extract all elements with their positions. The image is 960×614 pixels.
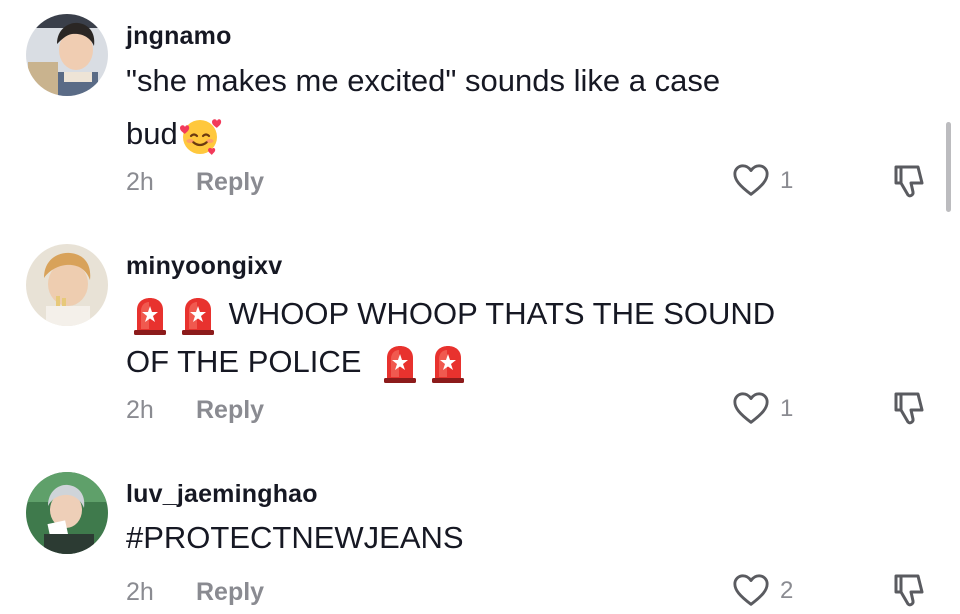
heart-icon[interactable] [732, 390, 770, 428]
avatar[interactable] [26, 14, 108, 96]
reply-button[interactable]: Reply [196, 396, 264, 425]
comment-timestamp: 2h [126, 578, 154, 606]
like-count: 1 [780, 395, 794, 422]
comment-text-line: WHOOP WHOOP THATS THE SOUND [228, 296, 776, 331]
like-count: 2 [780, 577, 794, 604]
heart-icon[interactable] [732, 162, 770, 200]
comment-text: WHOOP WHOOP THATS THE SOUND [126, 290, 775, 338]
username[interactable]: luv_jaeminghao [126, 480, 318, 509]
like-button[interactable]: 2 [732, 572, 793, 610]
comment-text-line: "she makes me excited" sounds like a cas… [126, 63, 721, 98]
smiling-face-with-hearts-icon [178, 114, 222, 158]
avatar[interactable] [26, 472, 108, 554]
like-count: 1 [780, 167, 794, 194]
reply-button[interactable]: Reply [196, 578, 264, 607]
dislike-icon[interactable] [888, 161, 928, 201]
comment-text: bud [126, 110, 222, 158]
dislike-icon[interactable] [888, 388, 928, 428]
comment-timestamp: 2h [126, 168, 154, 196]
police-light-icon [178, 296, 218, 336]
police-light-icon [130, 296, 170, 336]
police-light-icon [380, 344, 420, 384]
like-button[interactable]: 1 [732, 390, 793, 428]
heart-icon[interactable] [732, 572, 770, 610]
comment-text: #PROTECTNEWJEANS [126, 514, 464, 562]
comment-text-line: OF THE POLICE [126, 344, 362, 379]
reply-button[interactable]: Reply [196, 168, 264, 197]
scrollbar[interactable] [946, 122, 951, 212]
comment-text-line: bud [126, 116, 178, 151]
avatar[interactable] [26, 244, 108, 326]
comment-timestamp: 2h [126, 396, 154, 424]
username[interactable]: jngnamo [126, 22, 232, 51]
comment-text-line: #PROTECTNEWJEANS [126, 520, 464, 555]
comment-text: "she makes me excited" sounds like a cas… [126, 57, 720, 105]
like-button[interactable]: 1 [732, 162, 793, 200]
police-light-icon [428, 344, 468, 384]
comment-text: OF THE POLICE [126, 338, 468, 386]
username[interactable]: minyoongixv [126, 252, 282, 281]
dislike-icon[interactable] [888, 570, 928, 610]
